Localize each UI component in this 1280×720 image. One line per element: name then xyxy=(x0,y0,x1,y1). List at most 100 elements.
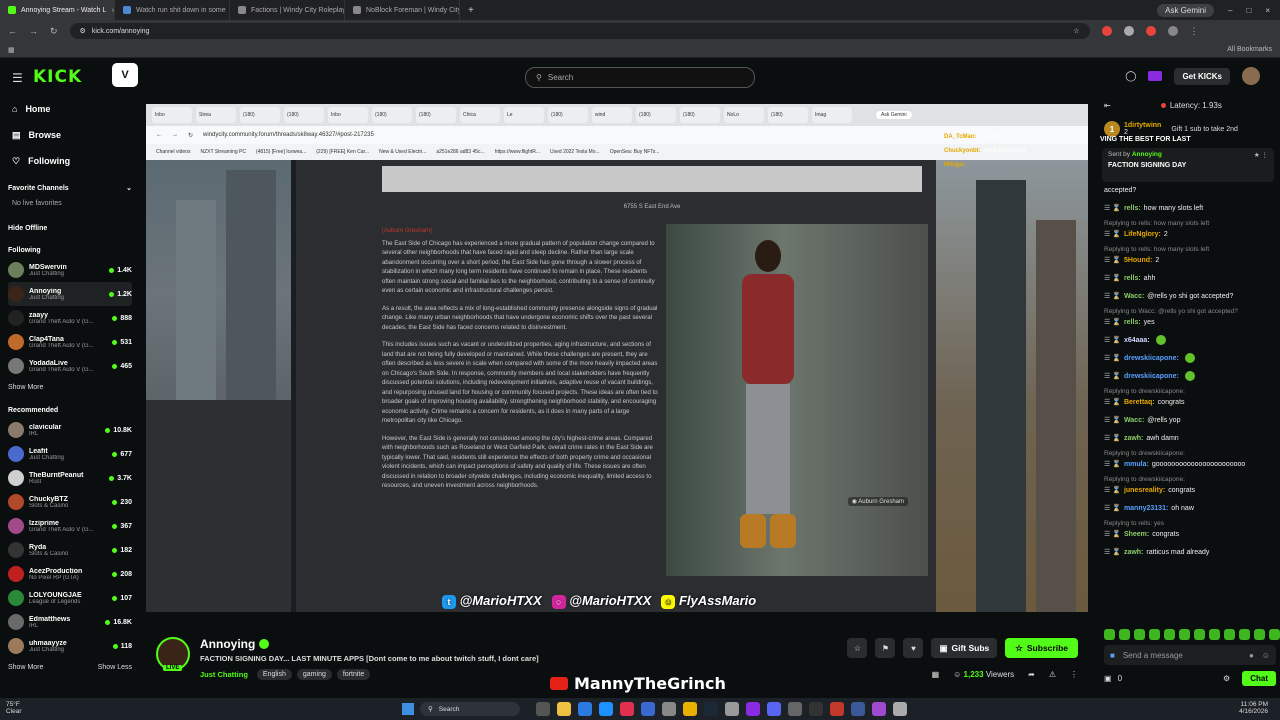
emote-icon[interactable] xyxy=(1269,629,1280,640)
channel-item[interactable]: Leafit Just Chatting 677 xyxy=(8,442,132,466)
channel-item[interactable]: uhmaayyze Just Chatting 118 xyxy=(8,634,132,658)
taskbar-app-icon[interactable] xyxy=(578,702,592,716)
streamer-logo-icon[interactable]: V xyxy=(112,63,138,87)
extension-icon[interactable] xyxy=(1101,26,1112,36)
chat-username[interactable]: rells: xyxy=(1124,274,1141,283)
taskbar-app-icon[interactable] xyxy=(851,702,865,716)
subscribe-button[interactable]: ☆ Subscribe xyxy=(1005,638,1078,658)
gifter-name[interactable]: 1dirtytwinn xyxy=(1124,122,1161,129)
menu-dots-icon[interactable]: ⋮ xyxy=(1190,26,1199,37)
windows-start-icon[interactable] xyxy=(402,703,414,715)
mic-icon[interactable]: ● xyxy=(1249,651,1254,660)
more-options-icon[interactable]: ⋮ xyxy=(1070,670,1078,679)
browser-tab[interactable]: Watch run shit down in some× xyxy=(115,0,230,20)
new-tab-button[interactable]: + xyxy=(460,5,482,16)
nav-browse[interactable]: ▤ Browse xyxy=(8,122,132,148)
chat-username[interactable]: 5Hound: xyxy=(1124,256,1152,265)
taskbar-app-icon[interactable] xyxy=(788,702,802,716)
taskbar-app-icon[interactable] xyxy=(599,702,613,716)
emote-icon[interactable] xyxy=(1119,629,1130,640)
bookmark-star-icon[interactable]: ☆ xyxy=(1073,27,1079,35)
tag[interactable]: fortnite xyxy=(336,669,371,680)
taskbar-app-icon[interactable] xyxy=(683,702,697,716)
emote-icon[interactable] xyxy=(1164,629,1175,640)
taskbar-app-icon[interactable] xyxy=(767,702,781,716)
chat-username[interactable]: Wacc: xyxy=(1124,292,1144,301)
channel-item[interactable]: Izziprime Grand Theft Auto V (G... 367 xyxy=(8,514,132,538)
chat-username[interactable]: zawh: xyxy=(1124,434,1143,443)
channel-item[interactable]: TheBurntPeanut Rust 3.7K xyxy=(8,466,132,490)
chat-username[interactable]: rells: xyxy=(1124,318,1141,327)
taskbar-app-icon[interactable] xyxy=(809,702,823,716)
emote-icon[interactable] xyxy=(1224,629,1235,640)
chat-username[interactable]: x64aaa: xyxy=(1124,336,1150,345)
profile-avatar[interactable] xyxy=(1167,26,1178,36)
channel-item[interactable]: AcezProduction No Pixel RP (GTA) 208 xyxy=(8,562,132,586)
share-icon[interactable]: ➦ xyxy=(1028,670,1035,679)
site-info-icon[interactable]: ⚙ xyxy=(80,27,86,35)
taskbar-search[interactable]: ⚲ Search xyxy=(420,702,520,716)
chat-username[interactable]: mmula: xyxy=(1124,460,1149,469)
all-bookmarks[interactable]: All Bookmarks xyxy=(1227,46,1272,53)
taskbar-app-icon[interactable] xyxy=(893,702,907,716)
chat-settings-icon[interactable]: ⚙ xyxy=(1223,674,1230,683)
tag[interactable]: English xyxy=(256,669,292,680)
chat-send-button[interactable]: Chat xyxy=(1242,671,1276,686)
channel-item[interactable]: Clap4Tana Grand Theft Auto V (G... 531 xyxy=(8,330,132,354)
extension-icon[interactable] xyxy=(1123,26,1134,36)
close-window-icon[interactable]: × xyxy=(1265,6,1270,15)
maximize-icon[interactable]: □ xyxy=(1246,6,1251,15)
search-input[interactable]: ⚲ Search xyxy=(525,67,755,88)
chat-username[interactable]: drewskiicapone: xyxy=(1124,372,1179,381)
kick-tv-icon[interactable] xyxy=(1148,71,1163,81)
channel-item[interactable]: Annoying Just Chatting 1.2K xyxy=(8,282,132,306)
taskbar-app-icon[interactable] xyxy=(872,702,886,716)
taskbar-app-icon[interactable] xyxy=(557,702,571,716)
channel-item[interactable]: ChuckyBTZ Slots & Casino 230 xyxy=(8,490,132,514)
show-more-following[interactable]: Show More xyxy=(8,378,132,396)
show-less-button[interactable]: Show Less xyxy=(98,664,132,671)
apps-grid-icon[interactable]: ▦ xyxy=(8,46,15,54)
channel-item[interactable]: Ryda Slots & Casino 182 xyxy=(8,538,132,562)
chat-username[interactable]: Berettaq: xyxy=(1124,398,1155,407)
heart-icon[interactable]: ♥ xyxy=(903,638,924,658)
favorite-channels-header[interactable]: Favorite Channels ⌄ xyxy=(8,180,132,196)
extension-icon[interactable] xyxy=(1145,26,1156,36)
ask-gemini-button[interactable]: Ask Gemini xyxy=(1157,3,1215,17)
star-icon[interactable]: ☆ xyxy=(847,638,868,658)
chat-username[interactable]: drewskiicapone: xyxy=(1124,354,1179,363)
notifications-icon[interactable]: ◯ xyxy=(1125,71,1136,82)
show-more-button[interactable]: Show More xyxy=(8,664,43,671)
kick-logo[interactable]: KICK xyxy=(33,67,82,87)
taskbar-app-icon[interactable] xyxy=(662,702,676,716)
channel-item[interactable]: zaayy Grand Theft Auto V (G... 888 xyxy=(8,306,132,330)
emote-icon[interactable] xyxy=(1239,629,1250,640)
nav-home[interactable]: ⌂ Home xyxy=(8,96,132,122)
browser-tab[interactable]: Factions | Windy City Roleplay× xyxy=(230,0,345,20)
hide-offline-toggle[interactable]: Hide Offline xyxy=(8,220,132,236)
chat-username[interactable]: junesreality: xyxy=(1124,486,1165,495)
channel-item[interactable]: LOLYOUNGJAE League of Legends 107 xyxy=(8,586,132,610)
emote-icon[interactable] xyxy=(1104,629,1115,640)
emote-icon[interactable] xyxy=(1209,629,1220,640)
taskbar-app-icon[interactable] xyxy=(725,702,739,716)
category-link[interactable]: Just Chatting xyxy=(200,670,248,679)
layout-icon[interactable]: ▦ xyxy=(932,670,940,679)
taskbar-app-icon[interactable] xyxy=(620,702,634,716)
collapse-chat-icon[interactable]: ⇤ xyxy=(1104,101,1111,110)
emote-icon[interactable] xyxy=(1194,629,1205,640)
browser-tab[interactable]: NoBlock Foreman | Windy City× xyxy=(345,0,460,20)
chat-username[interactable]: LifeNglory: xyxy=(1124,230,1161,239)
channel-item[interactable]: Edmatthews IRL 16.8K xyxy=(8,610,132,634)
back-icon[interactable]: ← xyxy=(8,26,17,36)
weather-widget[interactable]: 75°F Clear xyxy=(6,701,22,715)
chat-username[interactable]: Wacc: xyxy=(1124,416,1144,425)
reload-icon[interactable]: ↻ xyxy=(50,26,58,37)
emote-icon[interactable] xyxy=(1134,629,1145,640)
taskbar-app-icon[interactable] xyxy=(830,702,844,716)
pinned-message[interactable]: Sent by Annoying ★ ⋮ FACTION SIGNING DAY xyxy=(1102,148,1274,182)
gift-subs-button[interactable]: ▣ Gift Subs xyxy=(931,638,998,658)
emote-icon[interactable] xyxy=(1149,629,1160,640)
address-bar[interactable]: ⚙ kick.com/annoying ☆ xyxy=(69,23,1090,39)
avatar[interactable] xyxy=(1242,67,1260,85)
